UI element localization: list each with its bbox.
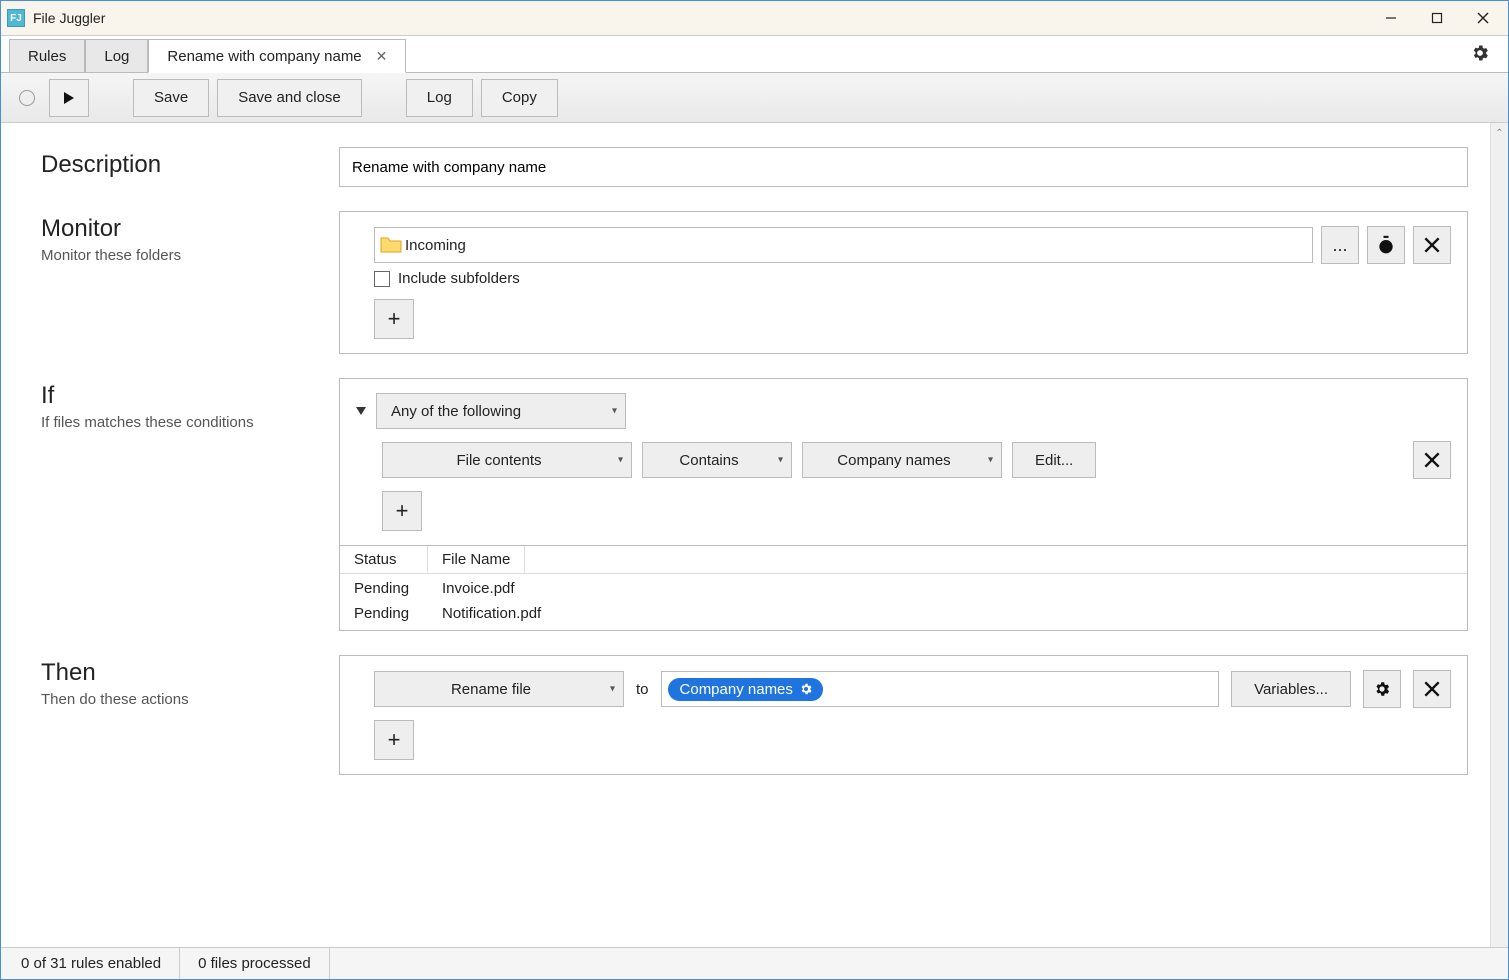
- collapse-toggle[interactable]: [356, 407, 366, 415]
- match-mode-dropdown[interactable]: Any of the following▾: [376, 393, 626, 429]
- table-row[interactable]: Pending Invoice.pdf: [340, 576, 1467, 601]
- close-icon: [1424, 681, 1440, 697]
- gear-icon: [1373, 680, 1391, 698]
- tab-current-label: Rename with company name: [167, 48, 361, 65]
- then-sub: Then do these actions: [41, 691, 339, 708]
- tab-log[interactable]: Log: [85, 39, 148, 73]
- monitor-folder-name: Incoming: [405, 237, 466, 254]
- maximize-button[interactable]: [1414, 3, 1460, 33]
- include-subfolders-checkbox[interactable]: [374, 271, 390, 287]
- chevron-down-icon: ▾: [612, 406, 617, 417]
- condition-field-dropdown[interactable]: File contents▾: [382, 442, 632, 478]
- toolbar: Save Save and close Log Copy: [1, 73, 1508, 123]
- remove-condition-button[interactable]: [1413, 441, 1451, 479]
- enable-toggle[interactable]: [19, 90, 35, 106]
- if-heading: If: [41, 382, 339, 410]
- then-heading: Then: [41, 659, 339, 687]
- monitor-sub: Monitor these folders: [41, 247, 339, 264]
- timer-icon: [1376, 235, 1396, 255]
- variables-button[interactable]: Variables...: [1231, 671, 1351, 707]
- table-row[interactable]: Pending Notification.pdf: [340, 601, 1467, 626]
- variable-pill[interactable]: Company names: [668, 678, 823, 701]
- scroll-up-icon: ⌃: [1491, 125, 1508, 141]
- description-heading: Description: [41, 151, 339, 179]
- save-button[interactable]: Save: [133, 79, 209, 117]
- monitor-heading: Monitor: [41, 215, 339, 243]
- titlebar: FJ File Juggler: [1, 1, 1508, 35]
- scrollbar[interactable]: ⌃: [1490, 123, 1508, 947]
- action-dropdown[interactable]: Rename file▾: [374, 671, 624, 707]
- condition-op-dropdown[interactable]: Contains▾: [642, 442, 792, 478]
- add-action-button[interactable]: +: [374, 720, 414, 760]
- gear-icon: [799, 682, 813, 696]
- play-icon: [62, 91, 76, 105]
- timer-button[interactable]: [1367, 226, 1405, 264]
- chevron-down-icon: ▾: [778, 455, 783, 466]
- chevron-down-icon: ▾: [988, 455, 993, 466]
- action-settings-button[interactable]: [1363, 670, 1401, 708]
- close-icon: [1424, 452, 1440, 468]
- tab-bar: Rules Log Rename with company name ✕: [1, 35, 1508, 73]
- gear-icon: [1470, 43, 1490, 63]
- tab-rules-label: Rules: [28, 48, 66, 65]
- description-input[interactable]: [339, 147, 1468, 187]
- tab-log-label: Log: [104, 48, 129, 65]
- include-subfolders-label: Include subfolders: [398, 270, 520, 287]
- copy-button[interactable]: Copy: [481, 79, 558, 117]
- status-rules: 0 of 31 rules enabled: [1, 948, 180, 979]
- folder-icon: [379, 235, 403, 255]
- app-icon: FJ: [7, 9, 25, 27]
- if-sub: If files matches these conditions: [41, 414, 339, 431]
- add-condition-button[interactable]: +: [382, 491, 422, 531]
- edit-condition-button[interactable]: Edit...: [1012, 442, 1096, 478]
- matched-files-table: Status File Name Pending Invoice.pdf Pen…: [339, 546, 1468, 631]
- col-status[interactable]: Status: [340, 546, 428, 573]
- add-folder-button[interactable]: +: [374, 299, 414, 339]
- status-bar: 0 of 31 rules enabled 0 files processed: [1, 947, 1508, 979]
- save-close-button[interactable]: Save and close: [217, 79, 362, 117]
- remove-action-button[interactable]: [1413, 670, 1451, 708]
- remove-folder-button[interactable]: [1413, 226, 1451, 264]
- log-button[interactable]: Log: [406, 79, 473, 117]
- run-button[interactable]: [49, 79, 89, 117]
- close-button[interactable]: [1460, 3, 1506, 33]
- to-label: to: [636, 681, 649, 698]
- monitor-folder-input[interactable]: Incoming: [374, 227, 1313, 263]
- main-content: Description Monitor Monitor these folder…: [1, 123, 1490, 947]
- status-files: 0 files processed: [180, 948, 330, 979]
- window-title: File Juggler: [33, 10, 1368, 26]
- browse-button[interactable]: ...: [1321, 226, 1359, 264]
- tab-close-icon[interactable]: ✕: [376, 48, 388, 65]
- chevron-down-icon: ▾: [610, 684, 615, 695]
- tab-rules[interactable]: Rules: [9, 39, 85, 73]
- tab-current[interactable]: Rename with company name ✕: [148, 39, 406, 73]
- col-filename[interactable]: File Name: [428, 546, 525, 573]
- condition-value-dropdown[interactable]: Company names▾: [802, 442, 1002, 478]
- minimize-button[interactable]: [1368, 3, 1414, 33]
- rename-target-input[interactable]: Company names: [661, 671, 1220, 707]
- chevron-down-icon: ▾: [618, 455, 623, 466]
- settings-button[interactable]: [1460, 37, 1500, 73]
- close-icon: [1424, 237, 1440, 253]
